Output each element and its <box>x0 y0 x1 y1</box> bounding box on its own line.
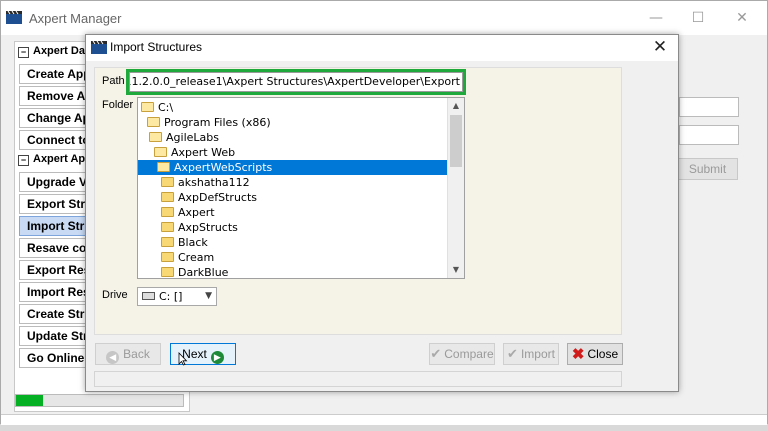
folder-icon <box>161 267 174 277</box>
open-folder-icon <box>157 162 170 172</box>
dialog-status-strip <box>94 371 622 387</box>
minimize-icon[interactable]: — <box>641 5 671 31</box>
main-window-title: Axpert Manager <box>29 11 122 26</box>
scroll-down-icon[interactable]: ▼ <box>448 262 464 278</box>
progress-fill <box>16 395 43 406</box>
import-structures-dialog: Import Structures ✕ Path D:\AW_11.2.0.0_… <box>85 34 679 392</box>
folder-item[interactable]: C:\ <box>138 100 448 115</box>
folder-item[interactable]: Black <box>138 235 448 250</box>
drive-icon <box>142 292 155 300</box>
folder-icon <box>161 177 174 187</box>
mouse-cursor-icon <box>178 352 188 366</box>
folder-item[interactable]: Axpert <box>138 205 448 220</box>
dialog-close-icon[interactable]: ✕ <box>650 37 670 57</box>
compare-button[interactable]: ✔ Compare <box>429 343 495 365</box>
folder-item[interactable]: Cream <box>138 250 448 265</box>
folder-item[interactable]: Program Files (x86) <box>138 115 448 130</box>
open-folder-icon <box>147 117 160 127</box>
folder-icon <box>161 252 174 262</box>
folder-icon <box>161 222 174 232</box>
back-arrow-icon: ◀ <box>106 351 120 364</box>
open-folder-icon <box>141 102 154 112</box>
folder-item[interactable]: akshatha112 <box>138 175 448 190</box>
close-x-icon: ✖ <box>571 346 585 363</box>
folder-label: Folder <box>102 99 134 111</box>
right-input-1[interactable] <box>679 97 739 117</box>
submit-button[interactable]: Submit <box>677 158 738 180</box>
folder-item[interactable]: AgileLabs <box>138 130 448 145</box>
folder-scrollbar[interactable]: ▲ ▼ <box>447 98 464 278</box>
back-button[interactable]: ◀ Back <box>95 343 161 365</box>
dialog-app-icon <box>91 40 107 54</box>
path-input[interactable]: D:\AW_11.2.0.0_release1\Axpert Structure… <box>126 69 466 95</box>
group-header-database[interactable]: − Axpert Dat <box>18 45 89 63</box>
right-input-2[interactable] <box>679 125 739 145</box>
drive-label: Drive <box>102 289 128 301</box>
close-button[interactable]: ✖ Close <box>567 343 623 365</box>
folder-item[interactable]: Axpert Web <box>138 145 448 160</box>
next-arrow-icon: ▶ <box>210 351 224 364</box>
main-title-bar: Axpert Manager — ☐ ✕ <box>1 1 767 35</box>
app-icon <box>6 10 22 24</box>
folder-item[interactable]: AxpStructs <box>138 220 448 235</box>
scroll-thumb[interactable] <box>450 115 462 167</box>
progress-bar <box>15 394 184 407</box>
folder-item[interactable]: DarkBlue <box>138 265 448 278</box>
collapse-icon[interactable]: − <box>18 47 29 58</box>
chevron-down-icon[interactable]: ▼ <box>205 288 212 305</box>
folder-item-selected[interactable]: AxpertWebScripts <box>138 160 448 175</box>
maximize-icon[interactable]: ☐ <box>683 5 713 31</box>
import-button[interactable]: ✔ Import <box>503 343 559 365</box>
open-folder-icon <box>149 132 162 142</box>
dialog-title-bar: Import Structures ✕ <box>86 35 678 61</box>
open-folder-icon <box>154 147 167 157</box>
path-label: Path <box>102 75 125 87</box>
drive-select[interactable]: C: [] ▼ <box>137 287 217 306</box>
close-icon[interactable]: ✕ <box>727 5 757 31</box>
main-footer <box>1 414 767 425</box>
folder-icon <box>161 237 174 247</box>
check-icon: ✔ <box>507 346 518 361</box>
check-icon: ✔ <box>430 346 442 361</box>
scroll-up-icon[interactable]: ▲ <box>448 98 464 114</box>
folder-icon <box>161 192 174 202</box>
group-header-application[interactable]: − Axpert App <box>18 153 92 171</box>
folder-item[interactable]: AxpDefStructs <box>138 190 448 205</box>
collapse-icon[interactable]: − <box>18 155 29 166</box>
folder-list[interactable]: C:\ Program Files (x86) AgileLabs Axpert… <box>137 97 465 279</box>
folder-icon <box>161 207 174 217</box>
dialog-title: Import Structures <box>110 40 203 54</box>
